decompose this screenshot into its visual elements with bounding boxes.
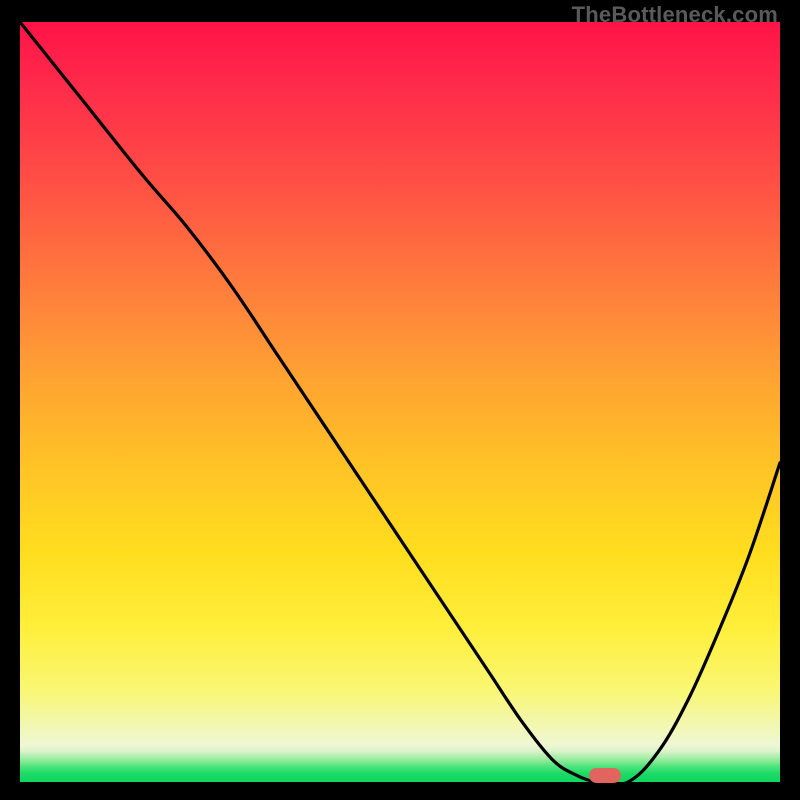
bottleneck-curve-path [20, 22, 780, 782]
chart-frame: TheBottleneck.com [0, 0, 800, 800]
watermark-text: TheBottleneck.com [572, 2, 778, 28]
optimal-point-marker [589, 768, 621, 783]
curve-svg [20, 22, 780, 782]
plot-container [20, 22, 780, 782]
